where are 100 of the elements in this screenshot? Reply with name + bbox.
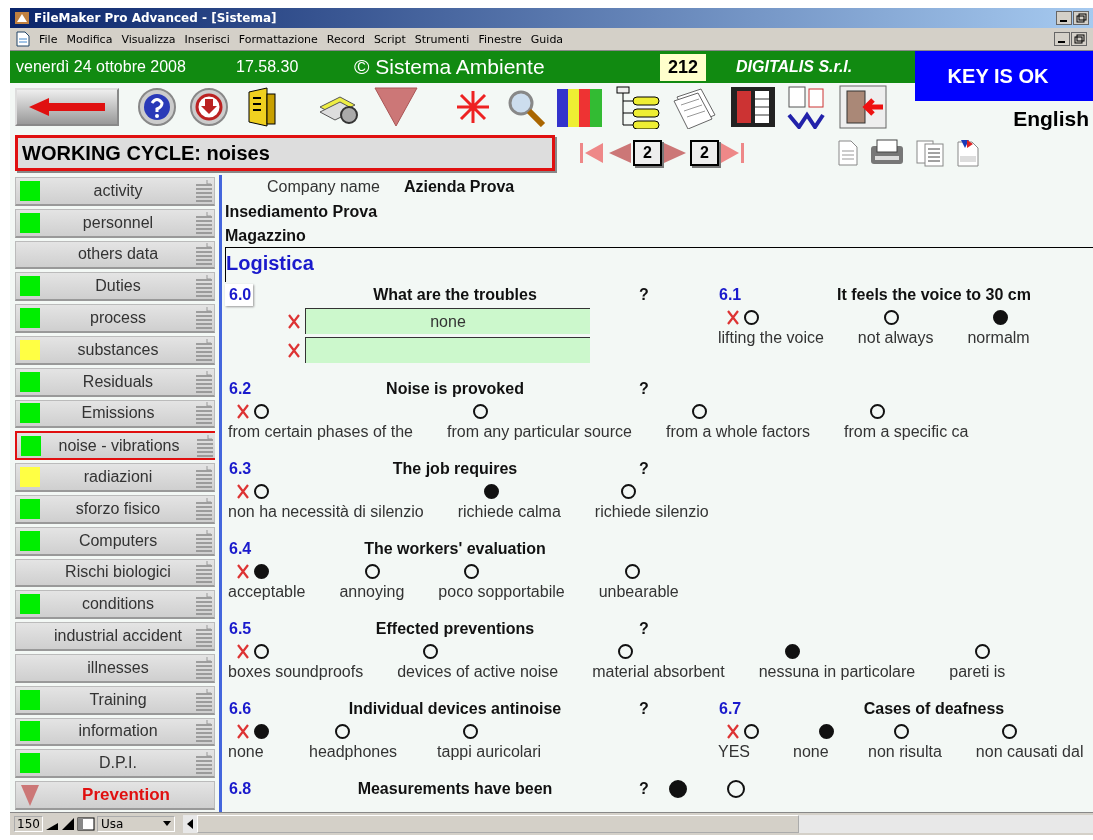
list-icon[interactable] [914, 139, 945, 167]
radio-button[interactable] [744, 309, 759, 325]
sidebar-item[interactable]: Rischi biologici [15, 558, 215, 588]
clear-icon[interactable] [726, 308, 740, 326]
question-title: Cases of deafness [862, 700, 1006, 718]
clear-icon[interactable] [236, 642, 250, 660]
radio-button[interactable] [870, 403, 885, 419]
sidebar-item[interactable]: Duties [15, 272, 215, 302]
radio-button[interactable] [624, 563, 640, 579]
question-number: 6.3 [228, 460, 253, 478]
help-mark: ? [639, 620, 649, 638]
help-mark: ? [639, 700, 649, 718]
language-link[interactable]: English [915, 107, 1093, 131]
option-label: poco sopportabile [438, 582, 565, 602]
radio-button[interactable] [668, 780, 687, 798]
radio-button[interactable] [335, 723, 350, 739]
sidebar-item[interactable]: conditions [15, 590, 215, 620]
radio-button[interactable] [254, 483, 269, 499]
radio-button[interactable] [464, 563, 480, 579]
option-label: from certain phases of the [228, 422, 413, 442]
radio-button[interactable] [483, 483, 499, 499]
clear-icon[interactable] [236, 722, 250, 740]
sidebar-item[interactable]: Training [15, 685, 215, 715]
sidebar-item[interactable]: radiazioni [15, 463, 215, 492]
radio-button[interactable] [883, 309, 899, 325]
restore-button[interactable] [1073, 11, 1089, 25]
clear-icon[interactable] [236, 562, 250, 580]
sidebar-item[interactable]: personnel [15, 208, 215, 238]
menu-item[interactable]: Strumenti [414, 32, 470, 46]
sidebar-item[interactable]: sforzo fisico [15, 495, 215, 524]
radio-button[interactable] [365, 563, 381, 579]
status-area-icon[interactable] [76, 817, 95, 831]
sidebar-item[interactable]: Residuals [15, 367, 215, 397]
triangle-icon[interactable] [373, 86, 419, 128]
mode-dropdown[interactable]: Usa [96, 816, 175, 832]
option-label: devices of active noise [397, 662, 559, 682]
clear-icon[interactable] [236, 482, 250, 500]
exit-door-icon[interactable] [839, 85, 887, 129]
option-label: YES [718, 742, 751, 762]
sidebar-item[interactable]: activity [15, 177, 215, 206]
radio-button[interactable] [618, 643, 634, 659]
clear-icon[interactable] [287, 312, 301, 330]
pdf-icon[interactable] [954, 138, 981, 168]
minimize-button[interactable] [1056, 11, 1072, 25]
tree-icon[interactable] [613, 85, 663, 129]
sidebar-item[interactable]: noise - vibrations [15, 431, 215, 461]
menu-item[interactable]: Visualizza [121, 32, 176, 46]
download-icon[interactable] [187, 87, 231, 127]
clear-icon[interactable] [726, 722, 740, 740]
zoom-level[interactable]: 150 [14, 816, 43, 832]
menu-item[interactable]: Script [373, 32, 406, 46]
menu-item[interactable]: Guida [530, 32, 564, 46]
radio-button[interactable] [894, 723, 909, 739]
restore-button[interactable] [1071, 32, 1087, 46]
sidebar-item[interactable]: substances [15, 336, 215, 365]
sidebar-item[interactable]: Prevention [15, 781, 215, 810]
radio-button[interactable] [975, 643, 991, 659]
sidebar-item[interactable]: illnesses [15, 654, 215, 683]
sidebar-item[interactable]: Computers [15, 526, 215, 556]
menu-item[interactable]: Finestre [478, 32, 522, 46]
film-icon[interactable] [729, 85, 777, 129]
menu-item[interactable]: Modifica [66, 32, 113, 46]
radio-button[interactable] [463, 723, 479, 739]
radio-button[interactable] [423, 643, 439, 659]
clear-icon[interactable] [287, 341, 301, 359]
radio-button[interactable] [620, 483, 636, 499]
radio-button[interactable] [473, 403, 488, 419]
last-record-icon[interactable] [718, 140, 747, 166]
radio-button[interactable] [993, 309, 1009, 325]
menu-item[interactable]: Record [326, 32, 365, 46]
input-field[interactable]: none [305, 308, 590, 334]
radio-button[interactable] [1001, 723, 1017, 739]
menu-item[interactable]: File [39, 32, 58, 46]
sidebar-item[interactable]: process [15, 304, 215, 333]
radio-button[interactable] [744, 723, 759, 739]
radio-button[interactable] [819, 723, 834, 739]
radio-button[interactable] [691, 403, 707, 419]
clear-icon[interactable] [236, 402, 250, 420]
radio-button[interactable] [726, 780, 745, 798]
radio-button[interactable] [784, 643, 800, 659]
zoom-in-icon[interactable] [60, 817, 75, 831]
radio-button[interactable] [254, 563, 269, 579]
sidebar-item[interactable]: D.P.I. [15, 749, 215, 779]
key-status: KEY IS OK [915, 51, 1093, 101]
sidebar-item[interactable]: Emissions [15, 399, 215, 429]
menu-item[interactable]: Inserisci [184, 32, 230, 46]
input-field[interactable] [305, 337, 590, 363]
radio-button[interactable] [254, 643, 269, 659]
window-title: FileMaker Pro Advanced - [Sistema] [34, 11, 277, 25]
sidebar-item[interactable]: others data [15, 240, 215, 270]
minimize-button[interactable] [1054, 32, 1070, 46]
sidebar-item[interactable]: industrial accident [15, 622, 215, 651]
help-icon[interactable] [135, 87, 179, 127]
sidebar-item[interactable]: information [15, 717, 215, 747]
horizontal-scrollbar[interactable] [182, 815, 1093, 833]
record-count: 2 [689, 140, 719, 166]
radio-button[interactable] [254, 403, 269, 419]
back-button[interactable] [15, 88, 119, 126]
menu-item[interactable]: Formattazione [238, 32, 318, 46]
radio-button[interactable] [254, 723, 269, 739]
